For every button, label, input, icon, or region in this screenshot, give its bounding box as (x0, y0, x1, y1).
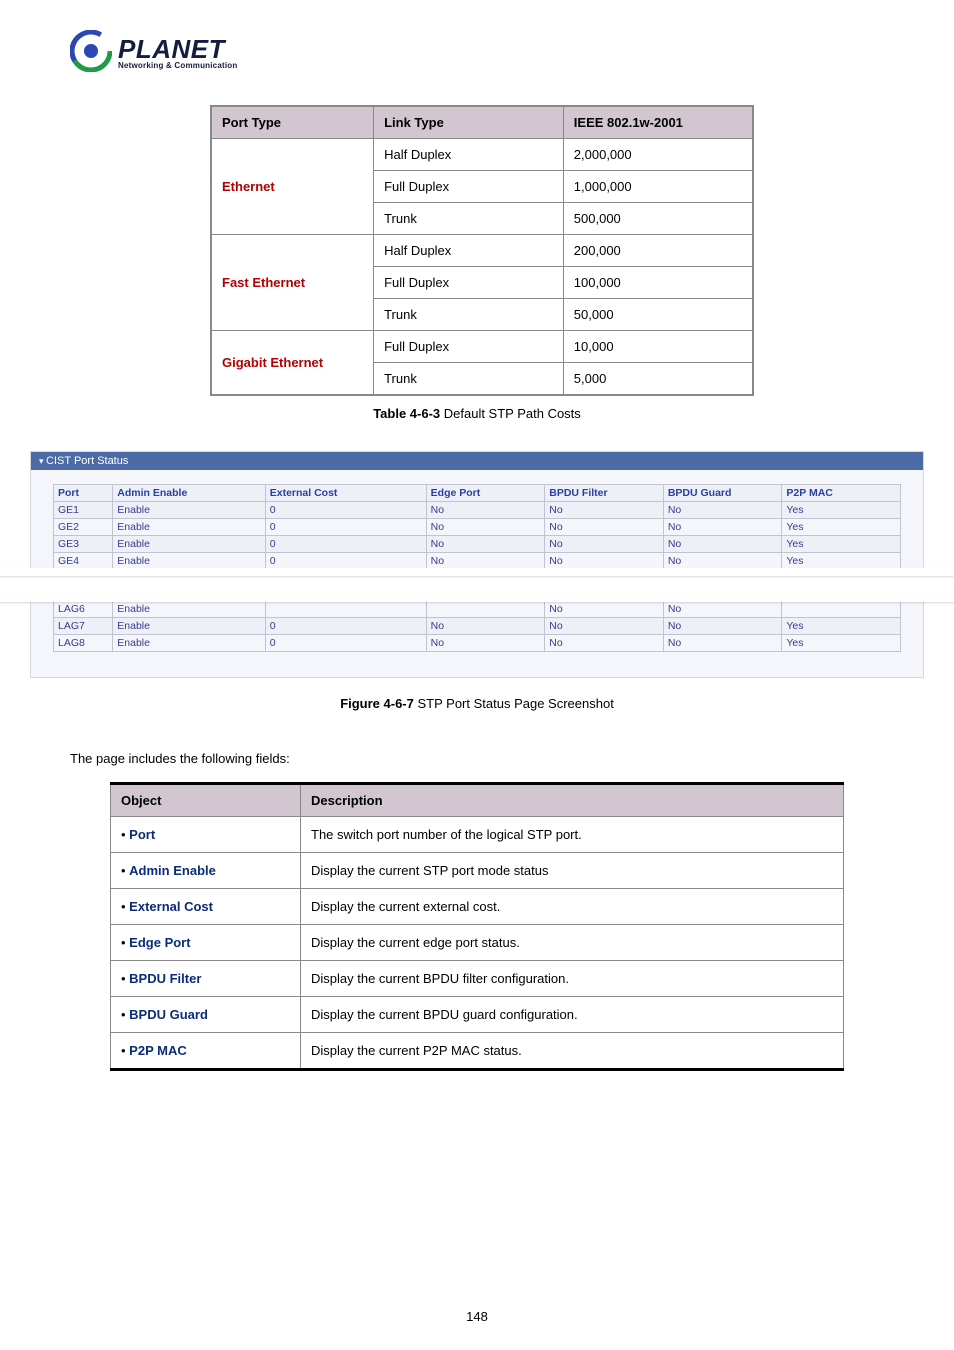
obj-name: Edge Port (111, 925, 301, 961)
obj-name: Port (111, 817, 301, 853)
brand-name: PLANET (118, 36, 237, 62)
table-torn-break (0, 568, 954, 602)
obj-desc: Display the current BPDU guard configura… (301, 997, 844, 1033)
obj-name: Admin Enable (111, 853, 301, 889)
cell: 2,000,000 (563, 139, 753, 171)
caption-bold: Figure 4-6-7 (340, 696, 414, 711)
figure-4-6-7-caption: Figure 4-6-7 STP Port Status Page Screen… (70, 696, 884, 711)
col-link-type: Link Type (374, 106, 564, 139)
caption-bold: Table 4-6-3 (373, 406, 440, 421)
cist-port-status-table: Port Admin Enable External Cost Edge Por… (53, 484, 901, 570)
col-bpdu-filter: BPDU Filter (545, 485, 664, 502)
port-type-gigabit-ethernet: Gigabit Ethernet (211, 331, 374, 396)
col-external-cost: External Cost (265, 485, 426, 502)
cell: Full Duplex (374, 331, 564, 363)
brand-tagline: Networking & Communication (118, 62, 237, 70)
col-edge-port: Edge Port (426, 485, 545, 502)
col-p2p-mac: P2P MAC (782, 485, 901, 502)
table-row: P2P MACDisplay the current P2P MAC statu… (111, 1033, 844, 1070)
table-4-6-3-caption: Table 4-6-3 Default STP Path Costs (70, 406, 884, 421)
cell: Trunk (374, 363, 564, 396)
obj-name: P2P MAC (111, 1033, 301, 1070)
col-port-type: Port Type (211, 106, 374, 139)
col-ieee: IEEE 802.1w-2001 (563, 106, 753, 139)
obj-desc: Display the current P2P MAC status. (301, 1033, 844, 1070)
caption-rest: STP Port Status Page Screenshot (414, 696, 614, 711)
table-row: BPDU FilterDisplay the current BPDU filt… (111, 961, 844, 997)
cell: 100,000 (563, 267, 753, 299)
cell: Half Duplex (374, 235, 564, 267)
col-description: Description (301, 784, 844, 817)
table-row: LAG8Enable0NoNoNoYes (54, 635, 901, 652)
obj-name: External Cost (111, 889, 301, 925)
obj-desc: The switch port number of the logical ST… (301, 817, 844, 853)
cell: 500,000 (563, 203, 753, 235)
port-type-ethernet: Ethernet (211, 139, 374, 235)
col-port: Port (54, 485, 113, 502)
default-stp-path-costs-table: Port Type Link Type IEEE 802.1w-2001 Eth… (210, 105, 754, 396)
table-row: GE2Enable0NoNoNoYes (54, 519, 901, 536)
cist-port-status-panel: CIST Port Status Port Admin Enable Exter… (30, 451, 924, 678)
port-type-fast-ethernet: Fast Ethernet (211, 235, 374, 331)
col-object: Object (111, 784, 301, 817)
obj-name: BPDU Filter (111, 961, 301, 997)
obj-desc: Display the current external cost. (301, 889, 844, 925)
cell: 1,000,000 (563, 171, 753, 203)
cell: Full Duplex (374, 267, 564, 299)
cell: Trunk (374, 299, 564, 331)
table-row: GE4Enable0NoNoNoYes (54, 553, 901, 570)
brand-logo: PLANET Networking & Communication (70, 30, 884, 75)
cist-port-status-table-continued: LAG6EnableNoNo LAG7Enable0NoNoNoYes LAG8… (53, 600, 901, 652)
table-row: BPDU GuardDisplay the current BPDU guard… (111, 997, 844, 1033)
table-row: GE3Enable0NoNoNoYes (54, 536, 901, 553)
intro-text: The page includes the following fields: (70, 751, 884, 766)
cell: Trunk (374, 203, 564, 235)
obj-desc: Display the current BPDU filter configur… (301, 961, 844, 997)
caption-rest: Default STP Path Costs (440, 406, 581, 421)
cell: 200,000 (563, 235, 753, 267)
obj-name: BPDU Guard (111, 997, 301, 1033)
table-row: LAG6EnableNoNo (54, 601, 901, 618)
cell: 10,000 (563, 331, 753, 363)
table-row: LAG7Enable0NoNoNoYes (54, 618, 901, 635)
cell: 50,000 (563, 299, 753, 331)
table-row: Admin EnableDisplay the current STP port… (111, 853, 844, 889)
table-row: PortThe switch port number of the logica… (111, 817, 844, 853)
table-row: Edge PortDisplay the current edge port s… (111, 925, 844, 961)
cell: Full Duplex (374, 171, 564, 203)
logo-swirl-icon (70, 30, 112, 75)
cell: Half Duplex (374, 139, 564, 171)
obj-desc: Display the current edge port status. (301, 925, 844, 961)
obj-desc: Display the current STP port mode status (301, 853, 844, 889)
page-number: 148 (0, 1309, 954, 1324)
cell: 5,000 (563, 363, 753, 396)
col-admin-enable: Admin Enable (113, 485, 265, 502)
table-row: GE1Enable0NoNoNoYes (54, 502, 901, 519)
col-bpdu-guard: BPDU Guard (663, 485, 782, 502)
cist-panel-title[interactable]: CIST Port Status (31, 452, 923, 470)
table-row: External CostDisplay the current externa… (111, 889, 844, 925)
object-description-table: Object Description PortThe switch port n… (110, 782, 844, 1071)
